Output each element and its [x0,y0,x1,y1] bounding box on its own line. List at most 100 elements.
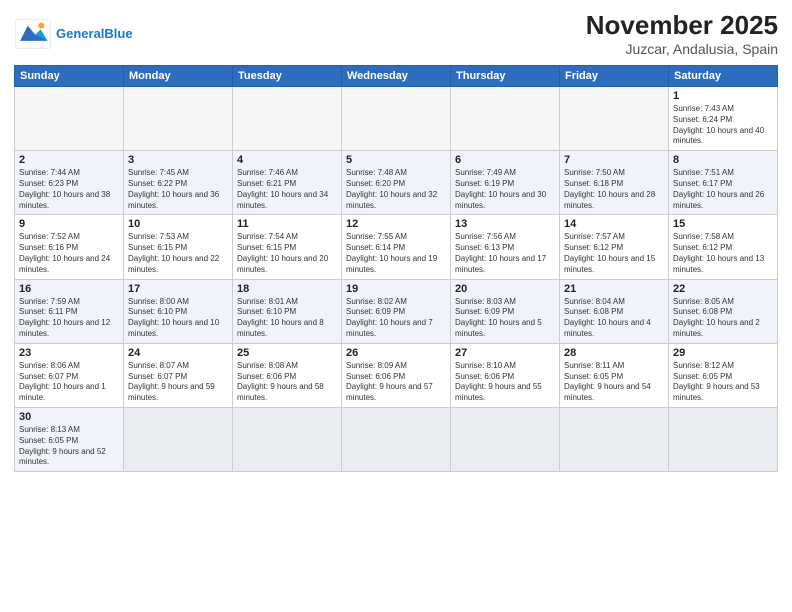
day-info: Sunrise: 8:01 AMSunset: 6:10 PMDaylight:… [237,297,337,340]
logo-icon [14,18,52,50]
day-info: Sunrise: 7:45 AMSunset: 6:22 PMDaylight:… [128,168,228,211]
calendar-cell-empty [233,407,342,471]
calendar-cell-empty [124,407,233,471]
page: GeneralBlue November 2025 Juzcar, Andalu… [0,0,792,612]
calendar-cell: 12 Sunrise: 7:55 AMSunset: 6:14 PMDayligh… [342,215,451,279]
day-number: 30 [19,411,119,423]
calendar-cell: 18Sunrise: 8:01 AMSunset: 6:10 PMDayligh… [233,279,342,343]
day-info: Sunrise: 8:11 AMSunset: 6:05 PMDaylight:… [564,361,664,404]
day-info: Sunrise: 8:00 AMSunset: 6:10 PMDaylight:… [128,297,228,340]
header-saturday: Saturday [669,66,778,87]
day-number: 25 [237,347,337,359]
day-info: Sunrise: 7:57 AMSunset: 6:12 PMDaylight:… [564,232,664,275]
day-info: Sunrise: 8:02 AMSunset: 6:09 PMDaylight:… [346,297,446,340]
day-number: 2 [19,154,119,166]
day-number: 17 [128,283,228,295]
day-number: 15 [673,218,773,230]
calendar-cell: 23 Sunrise: 8:06 AMSunset: 6:07 PMDayligh… [15,343,124,407]
day-info: Sunrise: 8:12 AMSunset: 6:05 PMDaylight:… [673,361,773,404]
day-number: 24 [128,347,228,359]
day-info: Sunrise: 8:04 AMSunset: 6:08 PMDaylight:… [564,297,664,340]
calendar-cell: 29 Sunrise: 8:12 AMSunset: 6:05 PMDayligh… [669,343,778,407]
day-info: Sunrise: 8:05 AMSunset: 6:08 PMDaylight:… [673,297,773,340]
day-info: Sunrise: 8:06 AMSunset: 6:07 PMDaylight:… [19,361,119,404]
day-info: Sunrise: 8:09 AMSunset: 6:06 PMDaylight:… [346,361,446,404]
day-info: Sunrise: 7:58 AMSunset: 6:12 PMDaylight:… [673,232,773,275]
calendar-cell-empty [342,407,451,471]
calendar-cell [451,87,560,151]
calendar-title: November 2025 [586,10,778,41]
day-info: Sunrise: 8:10 AMSunset: 6:06 PMDaylight:… [455,361,555,404]
day-number: 7 [564,154,664,166]
calendar-cell: 15 Sunrise: 7:58 AMSunset: 6:12 PMDayligh… [669,215,778,279]
calendar-row: 23 Sunrise: 8:06 AMSunset: 6:07 PMDayligh… [15,343,778,407]
day-info: Sunrise: 8:13 AMSunset: 6:05 PMDaylight:… [19,425,119,468]
title-block: November 2025 Juzcar, Andalusia, Spain [586,10,778,57]
calendar-cell [560,87,669,151]
day-number: 1 [673,90,773,102]
calendar-cell: 17 Sunrise: 8:00 AMSunset: 6:10 PMDayligh… [124,279,233,343]
day-number: 21 [564,283,664,295]
header-friday: Friday [560,66,669,87]
calendar-cell: 16Sunrise: 7:59 AMSunset: 6:11 PMDayligh… [15,279,124,343]
calendar-cell: 5Sunrise: 7:48 AMSunset: 6:20 PMDaylight… [342,151,451,215]
day-number: 6 [455,154,555,166]
day-info: Sunrise: 7:53 AMSunset: 6:15 PMDaylight:… [128,232,228,275]
day-info: Sunrise: 7:54 AMSunset: 6:15 PMDaylight:… [237,232,337,275]
day-info: Sunrise: 8:03 AMSunset: 6:09 PMDaylight:… [455,297,555,340]
day-number: 8 [673,154,773,166]
day-info: Sunrise: 7:50 AMSunset: 6:18 PMDaylight:… [564,168,664,211]
calendar-cell: 9Sunrise: 7:52 AMSunset: 6:16 PMDaylight… [15,215,124,279]
calendar-row: 1 Sunrise: 7:43 AMSunset: 6:24 PMDaylight… [15,87,778,151]
logo-general: General [56,26,104,41]
day-number: 26 [346,347,446,359]
day-number: 23 [19,347,119,359]
calendar-cell: 26 Sunrise: 8:09 AMSunset: 6:06 PMDayligh… [342,343,451,407]
day-number: 22 [673,283,773,295]
calendar-cell: 2 Sunrise: 7:44 AMSunset: 6:23 PMDaylight… [15,151,124,215]
calendar-cell: 1 Sunrise: 7:43 AMSunset: 6:24 PMDaylight… [669,87,778,151]
calendar-row: 9Sunrise: 7:52 AMSunset: 6:16 PMDaylight… [15,215,778,279]
day-info: Sunrise: 7:44 AMSunset: 6:23 PMDaylight:… [19,168,119,211]
day-number: 9 [19,218,119,230]
calendar-cell [233,87,342,151]
logo-blue: Blue [104,26,132,41]
calendar-cell: 19 Sunrise: 8:02 AMSunset: 6:09 PMDayligh… [342,279,451,343]
day-info: Sunrise: 7:55 AMSunset: 6:14 PMDaylight:… [346,232,446,275]
day-number: 29 [673,347,773,359]
calendar-cell: 27 Sunrise: 8:10 AMSunset: 6:06 PMDayligh… [451,343,560,407]
day-number: 10 [128,218,228,230]
calendar-cell: 21 Sunrise: 8:04 AMSunset: 6:08 PMDayligh… [560,279,669,343]
calendar-cell: 6Sunrise: 7:49 AMSunset: 6:19 PMDaylight… [451,151,560,215]
header-wednesday: Wednesday [342,66,451,87]
day-number: 28 [564,347,664,359]
day-number: 20 [455,283,555,295]
day-number: 13 [455,218,555,230]
calendar-cell: 24 Sunrise: 8:07 AMSunset: 6:07 PMDayligh… [124,343,233,407]
logo: GeneralBlue [14,18,133,50]
calendar-cell [342,87,451,151]
calendar-cell: 13Sunrise: 7:56 AMSunset: 6:13 PMDayligh… [451,215,560,279]
day-info: Sunrise: 7:51 AMSunset: 6:17 PMDaylight:… [673,168,773,211]
calendar-cell: 3Sunrise: 7:45 AMSunset: 6:22 PMDaylight… [124,151,233,215]
day-number: 12 [346,218,446,230]
day-number: 27 [455,347,555,359]
day-info: Sunrise: 8:07 AMSunset: 6:07 PMDaylight:… [128,361,228,404]
day-number: 11 [237,218,337,230]
calendar-cell: 22 Sunrise: 8:05 AMSunset: 6:08 PMDayligh… [669,279,778,343]
day-info: Sunrise: 7:46 AMSunset: 6:21 PMDaylight:… [237,168,337,211]
calendar-cell: 28 Sunrise: 8:11 AMSunset: 6:05 PMDayligh… [560,343,669,407]
calendar-cell: 20 Sunrise: 8:03 AMSunset: 6:09 PMDayligh… [451,279,560,343]
day-number: 19 [346,283,446,295]
calendar-cell-empty [669,407,778,471]
calendar-cell-empty [560,407,669,471]
calendar-cell: 4 Sunrise: 7:46 AMSunset: 6:21 PMDaylight… [233,151,342,215]
calendar-subtitle: Juzcar, Andalusia, Spain [586,41,778,57]
day-info: Sunrise: 7:43 AMSunset: 6:24 PMDaylight:… [673,104,773,147]
day-number: 5 [346,154,446,166]
day-number: 4 [237,154,337,166]
calendar-cell [124,87,233,151]
header-sunday: Sunday [15,66,124,87]
calendar-table: Sunday Monday Tuesday Wednesday Thursday… [14,65,778,472]
calendar-cell: 14Sunrise: 7:57 AMSunset: 6:12 PMDayligh… [560,215,669,279]
